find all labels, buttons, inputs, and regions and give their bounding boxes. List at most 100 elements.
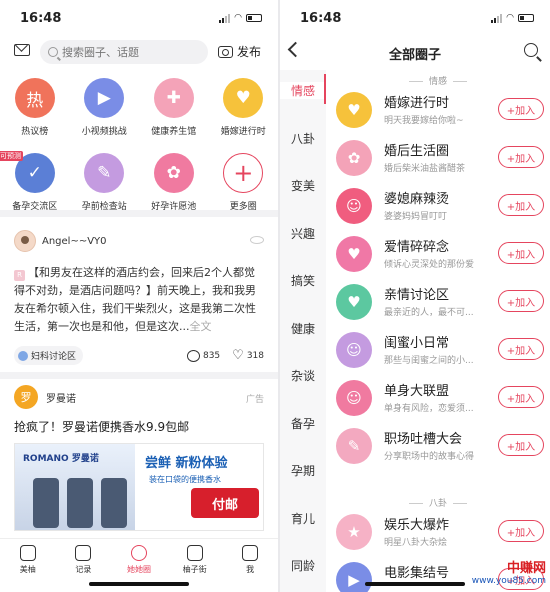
post-stats: 835 ♡ 318 [186,349,264,362]
circle-badge: 可预测 [0,151,23,161]
circle-shortcut-icon: 热 [14,78,55,118]
group-name: 职场吐槽大会 [384,432,463,447]
circle-tag[interactable]: 妇科讨论区 [14,346,84,365]
ad-author-name[interactable]: 罗曼诺 [46,390,76,405]
group-row[interactable]: ♥ 亲情讨论区 最亲近的人，最不可... +加入 [336,282,544,322]
circle-shortcut[interactable]: ▶ 小视频挑战 [70,78,140,137]
join-button[interactable]: +加入 [498,386,544,408]
eye-icon [250,236,264,244]
circle-shortcut[interactable]: ✎ 孕前检查站 [70,153,140,212]
search-icon[interactable] [524,43,538,57]
free-shipping-truck-icon: 付邮 [191,488,259,518]
category-item[interactable]: 搞笑 [280,272,326,289]
tab-icon [242,545,259,561]
group-description: 婆婆妈妈冒叮叮 [384,212,448,222]
group-description: 倾诉心灵深处的那份爱 [384,260,475,270]
nav-header: 全部圈子 [280,36,550,68]
battery-icon [518,14,534,22]
signal-icon [491,13,503,23]
circle-shortcut-label: 小视频挑战 [81,127,127,137]
full-text-link[interactable]: 全文 [190,320,212,333]
status-icons: ◠ [219,13,262,23]
group-name: 闺蜜小日常 [384,336,450,351]
category-item[interactable]: 健康 [280,320,326,337]
tab-icon [130,545,147,561]
join-button[interactable]: +加入 [498,290,544,312]
category-item[interactable]: 备孕 [280,415,326,432]
circle-shortcut[interactable]: ✚ 健康养生馆 [139,78,209,137]
join-button[interactable]: +加入 [498,98,544,120]
group-avatar-icon: ☺ [336,188,372,224]
search-input[interactable] [62,45,192,59]
home-indicator [365,582,465,586]
category-item[interactable]: 杂谈 [280,367,326,384]
tab-item[interactable]: 美柚 [0,539,56,592]
join-button[interactable]: +加入 [498,194,544,216]
circle-shortcut-icon: + [223,153,264,193]
circle-tag-label: 妇科讨论区 [31,352,77,362]
circle-shortcut-icon: ♥ [223,78,264,118]
group-description: 明星八卦大杂烩 [384,538,448,548]
tab-item[interactable]: 我 [222,539,278,592]
feed-post[interactable]: Angel~~VY0 R 【和男友在这样的酒店约会，回来后2个人都觉得不对劲，是酒… [0,230,278,365]
like-count: 318 [246,350,264,361]
circle-shortcut[interactable]: ♥ 婚嫁进行时 [209,78,279,137]
circle-shortcut[interactable]: 热热议榜 [0,78,70,137]
group-name: 娱乐大爆炸 [384,518,450,533]
ad-avatar[interactable]: 罗 [14,385,38,409]
recommend-mark-icon: R [14,270,25,281]
category-item[interactable]: 兴趣 [280,225,326,242]
status-icons: ◠ [491,13,534,23]
group-description: 明天我要嫁给你啦~ [384,116,464,126]
circle-shortcut[interactable]: ✿ 好孕许愿池 [139,153,209,212]
signal-icon [219,13,231,23]
ad-post[interactable]: 罗 罗曼诺 广告 抢疯了！罗曼诺便携香水9.9包邮 ROMANO 罗曼诺 尝鲜 … [0,384,278,531]
message-icon[interactable] [14,44,30,56]
ad-title[interactable]: 抢疯了！罗曼诺便携香水9.9包邮 [14,418,264,435]
group-name: 婚嫁进行时 [384,96,450,111]
circle-shortcut[interactable]: ✓ 可预测 备孕交流区 [0,151,70,212]
category-item[interactable]: 育儿 [280,510,326,527]
circle-home-screen: 16:48 ◠ 发布 热热议榜 ▶ 小视频挑战 ✚ 健康养生馆 ♥ 婚嫁进行时 ✓可预测备孕交… [0,0,278,592]
circle-shortcut[interactable]: + 更多圈 [209,153,279,212]
group-row[interactable]: ☺ 单身大联盟 单身有风险，恋爱须... +加入 [336,378,544,418]
group-row[interactable]: ♥ 爱情碎碎念 倾诉心灵深处的那份爱 +加入 [336,234,544,274]
post-body: 【和男友在这样的酒店约会，回来后2个人都觉得不对劲，是酒店问题吗？】前天晚上，我… [14,266,256,333]
group-row[interactable]: ☺ 婆媳麻辣烫 婆婆妈妈冒叮叮 +加入 [336,186,544,226]
group-row[interactable]: ✎ 职场吐槽大会 分享职场中的故事心得 +加入 [336,426,544,466]
tab-icon [19,545,36,561]
group-row[interactable]: ★ 娱乐大爆炸 明星八卦大杂烩 +加入 [336,512,544,552]
post-author[interactable]: Angel~~VY0 [14,230,264,252]
join-button[interactable]: +加入 [498,520,544,542]
category-item[interactable]: 八卦 [280,130,326,147]
wifi-icon: ◠ [234,13,242,23]
publish-button[interactable]: 发布 [218,43,261,60]
group-row[interactable]: ♥ 婚嫁进行时 明天我要嫁给你啦~ +加入 [336,90,544,130]
join-button[interactable]: +加入 [498,434,544,456]
category-item[interactable]: 情感 [280,74,326,104]
status-bar: 16:48 ◠ [0,0,278,36]
search-box[interactable] [40,40,208,64]
group-row[interactable]: ☺ 闺蜜小日常 那些与闺蜜之间的小... +加入 [336,330,544,370]
watermark-title: 中赚网 [506,561,546,576]
battery-icon [246,14,262,22]
all-circles-screen: 16:48 ◠ 全部圈子 情感 八卦 变美 兴趣 搞笑 健康 杂谈 备孕 孕期 育儿 同龄 情感 ♥… [280,0,550,592]
group-description: 婚后柴米油盐酱醋茶 [384,164,466,174]
author-name[interactable]: Angel~~VY0 [42,236,107,247]
banner-headline: 尝鲜 新粉体验 [145,456,228,471]
avatar[interactable] [14,230,36,252]
ad-banner-image[interactable]: ROMANO 罗曼诺 尝鲜 新粉体验 装在口袋的便携香水 付邮 [14,443,264,531]
join-button[interactable]: +加入 [498,242,544,264]
comment-button[interactable]: 835 [186,349,220,362]
category-item[interactable]: 同龄 [280,557,326,574]
join-button[interactable]: +加入 [498,146,544,168]
post-text[interactable]: R 【和男友在这样的酒店约会，回来后2个人都觉得不对劲，是酒店问题吗？】前天晚上，… [14,264,264,336]
like-button[interactable]: ♡ 318 [232,349,264,362]
category-item[interactable]: 孕期 [280,462,326,479]
section-divider [0,372,278,379]
camera-icon [218,45,233,58]
group-description: 那些与闺蜜之间的小... [384,356,474,366]
category-item[interactable]: 变美 [280,177,326,194]
join-button[interactable]: +加入 [498,338,544,360]
group-row[interactable]: ✿ 婚后生活圈 婚后柴米油盐酱醋茶 +加入 [336,138,544,178]
